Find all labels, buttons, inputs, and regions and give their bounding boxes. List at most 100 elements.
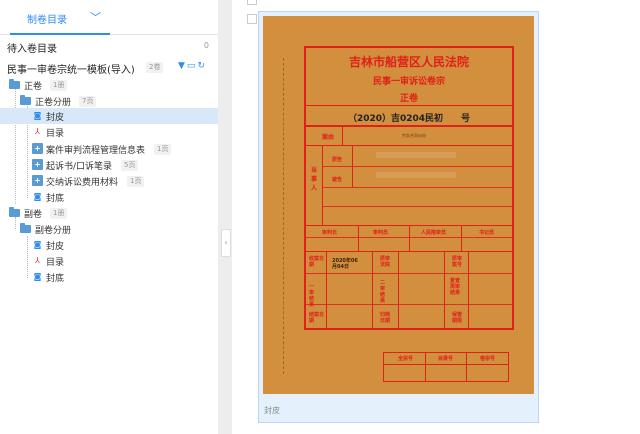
file-icon: ◙ [33,111,42,120]
tree-node-label: 正卷分册 [35,98,72,108]
expand-plus-icon[interactable]: + [32,175,43,186]
receive-date: 2020年06月04日 [332,258,358,270]
tree-node-zhengjuan-volume[interactable]: 正卷分册 7页 [0,93,218,109]
select-all-checkbox[interactable] [247,0,257,5]
orig-case-no-label: 原审案号 [452,256,463,268]
tree-node-label: 交纳诉讼费用材料 [46,178,119,188]
party-label: 当事人 [311,167,318,192]
pending-catalog-header[interactable]: 待入卷目录 0 [0,34,218,56]
refresh-icon[interactable]: ↻ [197,61,207,71]
defendant-label: 被告 [332,177,343,183]
file-icon: ◙ [33,192,42,201]
tree-node-catalog-2[interactable]: ⅄ 目录 [0,253,218,269]
tree-node-case-info[interactable]: + 案件审判流程管理信息表 1页 [0,141,218,157]
tree-node-label: 封底 [46,274,65,284]
tree-node-badge: 5页 [121,160,139,171]
form-line [322,187,512,188]
tree-node-cover-2[interactable]: ◙ 封皮 [0,237,218,253]
volume-type: 正卷 [399,94,418,104]
form-line [322,145,323,225]
tree-node-label: 副卷分册 [35,226,72,236]
tree-node-back-cover-2[interactable]: ◙ 封底 [0,269,218,285]
form-line [306,145,512,146]
pdf-icon: ⅄ [35,256,40,265]
tree-node-label: 正卷 [24,82,43,92]
cover-page-image: 吉林市船营区人民法院 民事一审诉讼卷宗 正卷 （2020）吉0204民初 号 案… [263,16,534,394]
template-title: 民事一审卷宗统一模板(导入) [7,65,135,76]
tree-node-cover[interactable]: ◙ 封皮 [0,108,218,124]
tree-node-label: 封皮 [46,113,65,123]
folder-icon[interactable]: ▭ [187,61,198,71]
form-line [409,225,410,251]
template-header[interactable]: 民事一审卷宗统一模板(导入) 2卷 ▼▭↻ [0,58,218,76]
form-line [306,251,512,252]
redacted-defendant [376,172,456,178]
pending-catalog-title: 待入卷目录 [7,44,57,55]
judge-label: 审判员 [373,230,389,236]
form-line [306,105,512,106]
volume-no-label: 卷宗号 [480,356,496,362]
juror-label: 人民陪审员 [421,230,447,236]
archive-date-label: 归档日期 [380,312,391,324]
preview-panel: 吉林市船营区人民法院 民事一审诉讼卷宗 正卷 （2020）吉0204民初 号 案… [232,0,640,434]
fonds-no-label: 全宗号 [398,356,414,362]
pdf-icon: ⅄ [35,127,40,136]
tab-bar: 制卷目录 ﹀ [0,0,218,35]
catalog-no-label: 目录号 [438,356,454,362]
court-name: 吉林市船营区人民法院 [348,55,469,69]
form-line [322,206,512,207]
template-tools: ▼▭↻ [178,61,207,71]
form-line [384,364,508,365]
form-line [306,273,512,274]
form-line [466,353,467,381]
form-line [398,251,399,328]
form-line [461,225,462,251]
tree-node-back-cover[interactable]: ◙ 封底 [0,189,218,205]
tree-node-zhengjuan[interactable]: 正卷 1册 [0,77,218,93]
keep-period-label: 保管期限 [452,312,463,324]
tree-node-fee[interactable]: + 交纳诉讼费用材料 1页 [0,173,218,189]
tree-node-label: 封皮 [46,242,65,252]
redacted-plaintiff [376,152,456,158]
tree-node-fujuan-volume[interactable]: 副卷分册 [0,221,218,237]
pending-catalog-count: 0 [203,41,209,50]
plaintiff-label: 原告 [332,157,343,163]
form-line [358,225,359,251]
folder-icon [20,95,31,105]
retrial-result-label: 复查再审结果 [450,278,461,296]
tree-node-label: 封底 [46,194,65,204]
case-number: （2020）吉0204民初 号 [347,114,471,124]
chevron-down-icon[interactable]: ﹀ [90,9,101,25]
second-result-label: 二审结果 [380,280,386,304]
form-line [306,304,512,305]
expand-plus-icon[interactable]: + [32,159,43,170]
form-line [326,251,327,328]
folder-icon [9,207,20,217]
cause-value: 劳务合同纠纷 [402,133,426,138]
expand-plus-icon[interactable]: + [32,143,43,154]
tree-node-fujuan[interactable]: 副卷 1册 [0,205,218,221]
case-type: 民事一审诉讼卷宗 [372,77,445,87]
tree-node-label: 案件审判流程管理信息表 [46,146,146,156]
page-thumbnail-card[interactable]: 吉林市船营区人民法院 民事一审诉讼卷宗 正卷 （2020）吉0204民初 号 案… [258,11,539,423]
form-line [468,251,469,328]
tree-node-badge: 1页 [154,144,172,155]
form-line [444,251,445,328]
receive-date-label: 收案日期 [309,256,325,268]
chief-judge-label: 审判长 [322,230,338,236]
filter-icon[interactable]: ▼ [178,61,187,71]
tab-volume-catalog[interactable]: 制卷目录 ﹀ [10,0,110,35]
folder-icon [20,223,31,233]
page-thumbnail-label: 封皮 [264,406,280,415]
template-volume-badge: 2卷 [146,62,164,73]
tree-node-catalog[interactable]: ⅄ 目录 [0,124,218,140]
form-line [306,237,512,238]
tree-node-label: 目录 [46,258,65,268]
collapse-panel-handle[interactable]: ‹ [221,229,231,257]
form-line [372,251,373,328]
tree-node-label: 副卷 [24,210,43,220]
cover-form: 吉林市船营区人民法院 民事一审诉讼卷宗 正卷 （2020）吉0204民初 号 案… [304,46,514,330]
tree-node-complaint[interactable]: + 起诉书/口诉笔录 5页 [0,157,218,173]
page-checkbox[interactable] [247,14,257,24]
file-icon: ◙ [33,240,42,249]
